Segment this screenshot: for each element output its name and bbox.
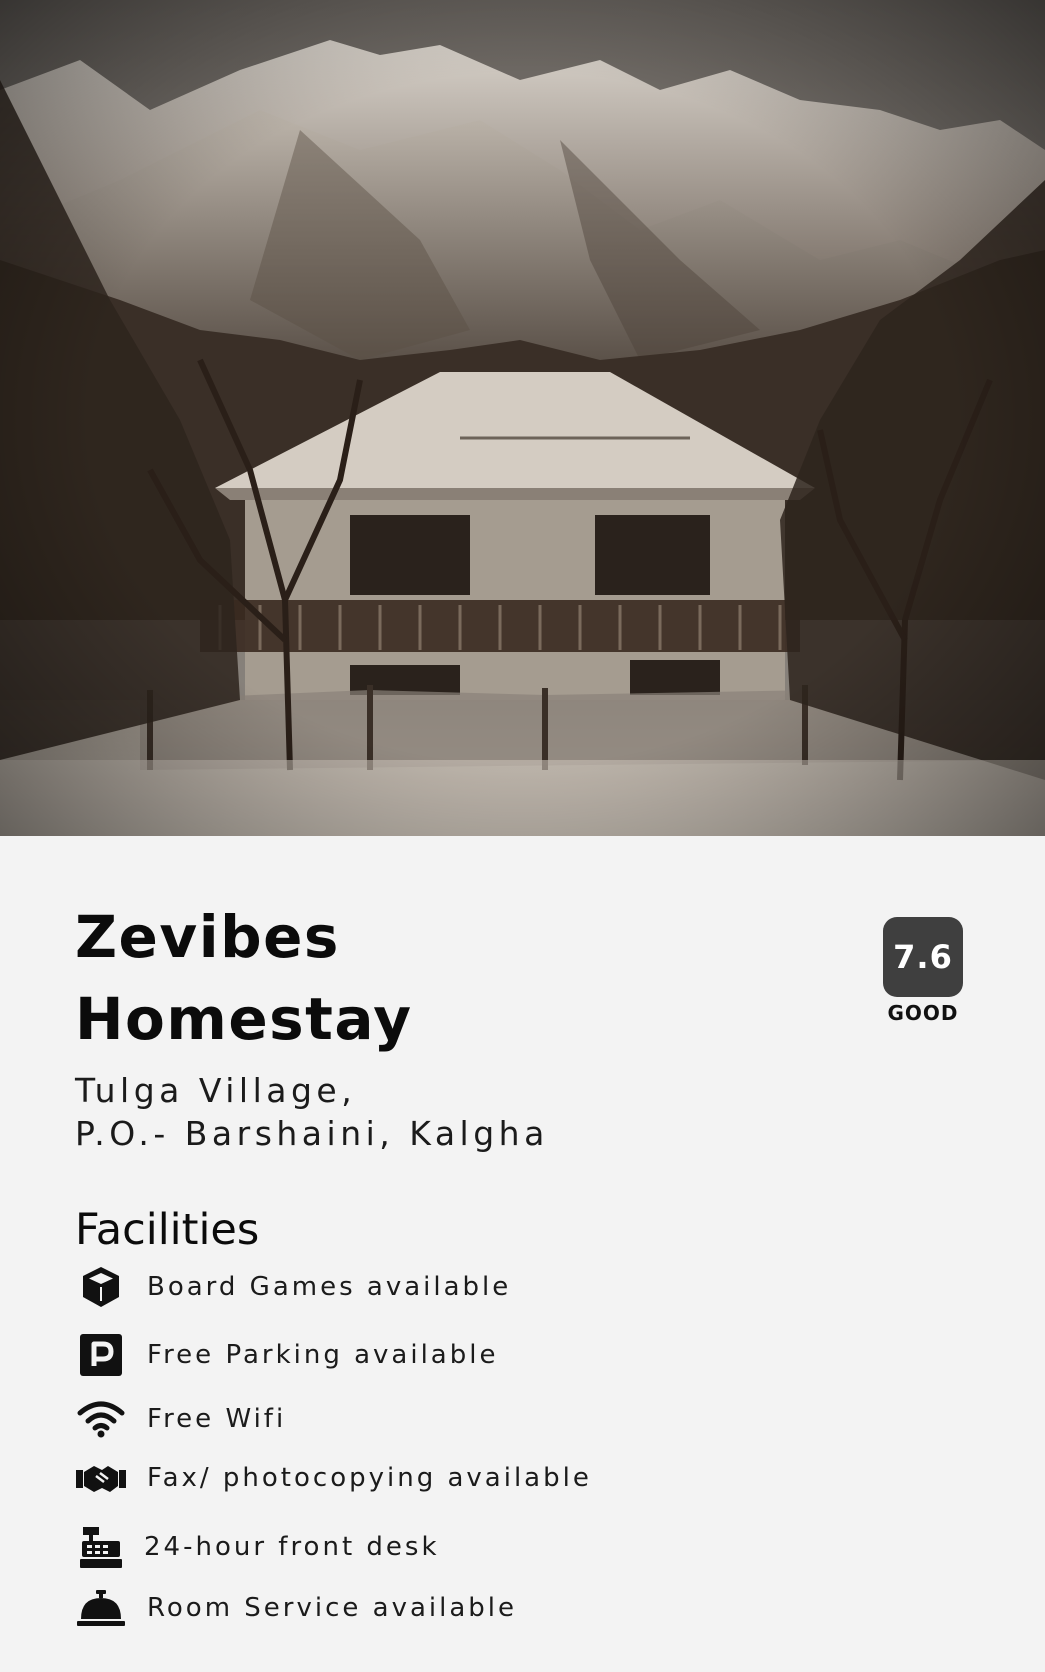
- address-line1: Tulga Village,: [75, 1071, 357, 1110]
- service-bell-icon: [75, 1583, 127, 1633]
- hero-photo: [0, 0, 1045, 836]
- property-name-line1: Zevibes: [75, 903, 340, 971]
- facility-item-room-service: Room Service available: [75, 1583, 775, 1633]
- property-info: Zevibes Homestay 7.6 GOOD Tulga Village,…: [0, 836, 1045, 1672]
- rating-label: GOOD: [887, 1001, 959, 1025]
- property-address: Tulga Village, P.O.- Barshaini, Kalgha: [75, 1069, 775, 1155]
- property-name: Zevibes Homestay: [75, 896, 695, 1060]
- homestay-photo-image: [0, 0, 1045, 836]
- facility-item-parking: Free Parking available: [75, 1330, 775, 1380]
- cube-icon: [75, 1262, 127, 1312]
- facility-label: Fax/ photocopying available: [147, 1463, 592, 1493]
- facility-label: Free Wifi: [147, 1404, 287, 1434]
- facility-item-wifi: Free Wifi: [75, 1394, 775, 1444]
- rating-score: 7.6: [883, 917, 963, 997]
- parking-icon: [75, 1330, 127, 1380]
- facility-item-board-games: Board Games available: [75, 1262, 775, 1312]
- facility-label: 24-hour front desk: [144, 1532, 440, 1562]
- rating-badge: 7.6 GOOD: [883, 917, 963, 1025]
- facility-label: Board Games available: [147, 1272, 512, 1302]
- address-line2: P.O.- Barshaini, Kalgha: [75, 1114, 549, 1153]
- wifi-icon: [75, 1394, 127, 1444]
- facility-label: Room Service available: [147, 1593, 518, 1623]
- facility-label: Free Parking available: [147, 1340, 499, 1370]
- property-name-line2: Homestay: [75, 985, 413, 1053]
- handshake-icon: [75, 1453, 127, 1503]
- facilities-heading: Facilities: [75, 1205, 260, 1255]
- facility-item-fax-photocopying: Fax/ photocopying available: [75, 1453, 775, 1503]
- cash-register-icon: [75, 1522, 127, 1572]
- facility-item-front-desk: 24-hour front desk: [75, 1522, 775, 1572]
